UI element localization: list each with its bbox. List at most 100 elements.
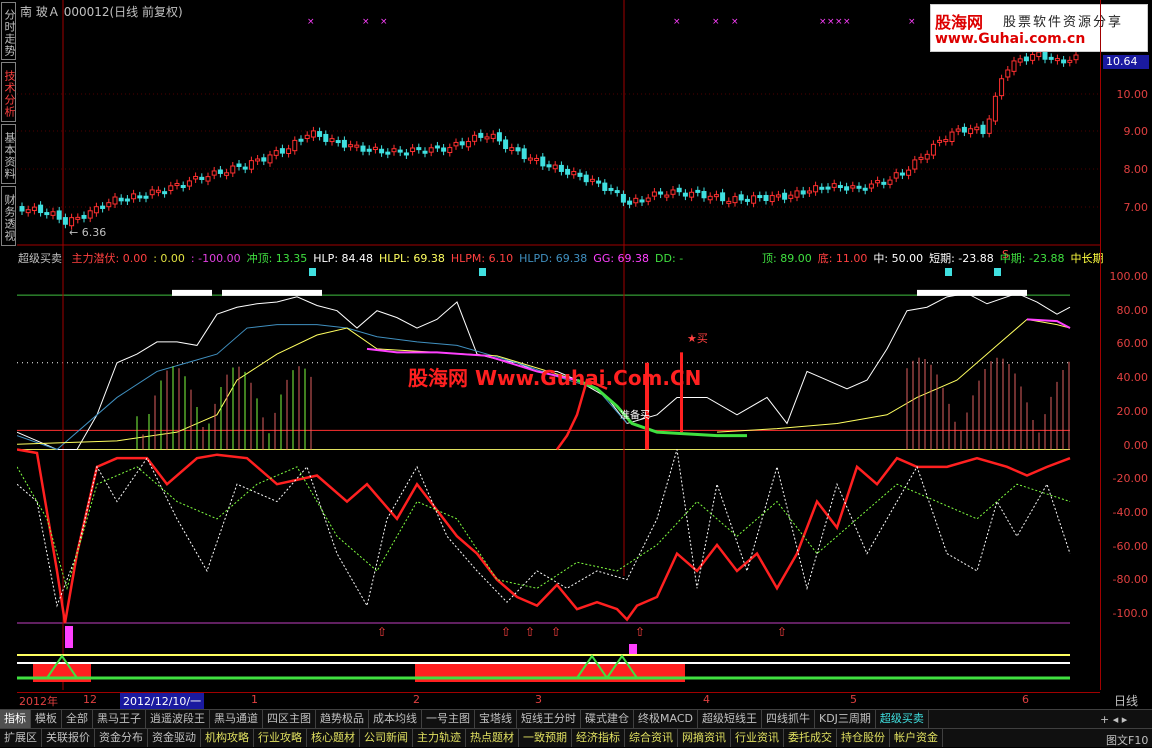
tab-row2-14[interactable]: 行业资讯 bbox=[731, 729, 784, 747]
tab-row1-10[interactable]: 宝塔线 bbox=[475, 710, 517, 728]
candle-body bbox=[862, 187, 868, 191]
signal-marker: × bbox=[307, 17, 315, 27]
candle-body bbox=[800, 190, 806, 195]
tab-row2-9[interactable]: 热点题材 bbox=[466, 729, 519, 747]
candle-body bbox=[980, 124, 986, 135]
candle-body bbox=[930, 143, 936, 156]
tab-row2-13[interactable]: 网摘资讯 bbox=[678, 729, 731, 747]
candle-body bbox=[775, 194, 781, 198]
indicator-tick: 40.00 bbox=[1116, 371, 1149, 385]
tab-row1-16[interactable]: KDJ三周期 bbox=[815, 710, 876, 728]
candle-body bbox=[992, 95, 998, 122]
tab-row2-6[interactable]: 核心题材 bbox=[307, 729, 360, 747]
tab-row1-2[interactable]: 全部 bbox=[62, 710, 93, 728]
candle-body bbox=[1017, 58, 1023, 63]
candle-body bbox=[199, 176, 205, 180]
tab-row2-10[interactable]: 一致预期 bbox=[519, 729, 572, 747]
tab-row2-0[interactable]: 扩展区 bbox=[0, 729, 42, 747]
candle-body bbox=[131, 193, 137, 200]
candle-body bbox=[831, 183, 837, 188]
candle-body bbox=[360, 145, 366, 152]
candle-body bbox=[577, 172, 583, 177]
buy-label: ★买 bbox=[687, 332, 708, 345]
date-label: 2 bbox=[413, 693, 420, 706]
tab-row1-0[interactable]: 指标 bbox=[0, 710, 31, 728]
short-term-line bbox=[17, 449, 1071, 608]
candle-body bbox=[292, 139, 298, 152]
tab-row1-7[interactable]: 趋势极品 bbox=[316, 710, 369, 728]
f10-button[interactable]: 图文F10 bbox=[1106, 732, 1148, 748]
tab-finance[interactable]: 财务透视 bbox=[1, 186, 16, 246]
candle-body bbox=[899, 172, 905, 176]
tab-row2-3[interactable]: 资金驱动 bbox=[148, 729, 201, 747]
tab-row1-4[interactable]: 逍遥波段王 bbox=[146, 710, 210, 728]
candle-body bbox=[403, 152, 409, 156]
tab-row1-1[interactable]: 模板 bbox=[31, 710, 62, 728]
tab-timeshare[interactable]: 分时走势 bbox=[1, 2, 16, 60]
candle-body bbox=[329, 138, 335, 143]
price-axis: 10.64 10.00 9.00 8.00 7.00 bbox=[1100, 0, 1152, 246]
candle-body bbox=[106, 202, 112, 208]
candle-body bbox=[248, 160, 254, 170]
tab-row2-1[interactable]: 关联报价 bbox=[42, 729, 95, 747]
candle-body bbox=[695, 189, 701, 193]
tab-row2-11[interactable]: 经济指标 bbox=[572, 729, 625, 747]
indicator-tick: 80.00 bbox=[1116, 303, 1149, 317]
tab-row2-4[interactable]: 机构攻略 bbox=[201, 729, 254, 747]
indicator-tick: 0.00 bbox=[1123, 438, 1149, 452]
indicator-name: 超级买卖 bbox=[18, 252, 62, 265]
tab-row2-5[interactable]: 行业攻略 bbox=[254, 729, 307, 747]
tab-row1-15[interactable]: 四线抓牛 bbox=[762, 710, 815, 728]
candle-body bbox=[887, 179, 893, 185]
tab-row1-11[interactable]: 短线王分时 bbox=[517, 710, 581, 728]
period-label[interactable]: 日线 bbox=[1100, 692, 1152, 708]
ready-label: 准备买 bbox=[620, 408, 650, 421]
signal-marker: × bbox=[908, 17, 916, 27]
legend-item: 顶: 89.00 bbox=[762, 252, 812, 265]
candle-body bbox=[38, 204, 44, 214]
legend-item: 冲顶: 13.35 bbox=[246, 252, 308, 265]
tab-row2-12[interactable]: 综合资讯 bbox=[625, 729, 678, 747]
candle-body bbox=[496, 132, 502, 142]
selected-date: 2012/12/10/一 bbox=[120, 693, 205, 709]
tab-row1-8[interactable]: 成本均线 bbox=[369, 710, 422, 728]
tab-technical-analysis[interactable]: 技术分析 bbox=[1, 62, 16, 122]
tab-basic-info[interactable]: 基本资料 bbox=[1, 124, 16, 184]
watermark-text: 股海网 Www.Guhai.Com.CN bbox=[408, 366, 702, 390]
tab-row2-17[interactable]: 帐户资金 bbox=[890, 729, 943, 747]
candle-body bbox=[1067, 59, 1073, 63]
logo-url: www.Guhai.com.cn bbox=[935, 31, 1086, 47]
signal-marker: × bbox=[819, 17, 827, 27]
tab-row1-17[interactable]: 超级买卖 bbox=[876, 710, 929, 728]
candle-body bbox=[850, 185, 856, 189]
tab-row2-15[interactable]: 委托成交 bbox=[784, 729, 837, 747]
legend-item: : -100.00 bbox=[190, 252, 241, 265]
candle-body bbox=[837, 185, 843, 189]
indicator-tick: -60.00 bbox=[1112, 539, 1148, 553]
candle-body bbox=[875, 180, 881, 184]
legend-item: HLPM: 6.10 bbox=[450, 252, 514, 265]
tab-row1-5[interactable]: 黑马通道 bbox=[210, 710, 263, 728]
tab-row2-8[interactable]: 主力轨迹 bbox=[413, 729, 466, 747]
tab-row1-14[interactable]: 超级短线王 bbox=[698, 710, 762, 728]
candle-body bbox=[999, 78, 1005, 97]
candle-body bbox=[149, 189, 155, 196]
tab-row2-16[interactable]: 持仓股份 bbox=[837, 729, 890, 747]
candle-body bbox=[856, 185, 862, 189]
tab-row2-7[interactable]: 公司新闻 bbox=[360, 729, 413, 747]
tab-row1-13[interactable]: 终极MACD bbox=[634, 710, 698, 728]
indicator-chart[interactable]: ★买准备买S⇧⇧⇧⇧⇧⇧⇧ bbox=[17, 246, 1100, 690]
tab-row1-12[interactable]: 碟式建仓 bbox=[581, 710, 634, 728]
legend-item: 底: 11.00 bbox=[817, 252, 868, 265]
scroll-buttons[interactable]: + ◂ ▸ bbox=[1100, 713, 1127, 726]
candle-body bbox=[782, 192, 788, 200]
tab-row1-9[interactable]: 一号主图 bbox=[422, 710, 475, 728]
tab-row1-3[interactable]: 黑马王子 bbox=[93, 710, 146, 728]
tab-row1-6[interactable]: 四区主图 bbox=[263, 710, 316, 728]
candle-body bbox=[825, 186, 831, 190]
cyan-marker bbox=[479, 268, 486, 276]
candle-body bbox=[937, 139, 943, 143]
price-tick: 9.00 bbox=[1123, 125, 1149, 138]
candle-body bbox=[205, 176, 211, 182]
tab-row2-2[interactable]: 资金分布 bbox=[95, 729, 148, 747]
